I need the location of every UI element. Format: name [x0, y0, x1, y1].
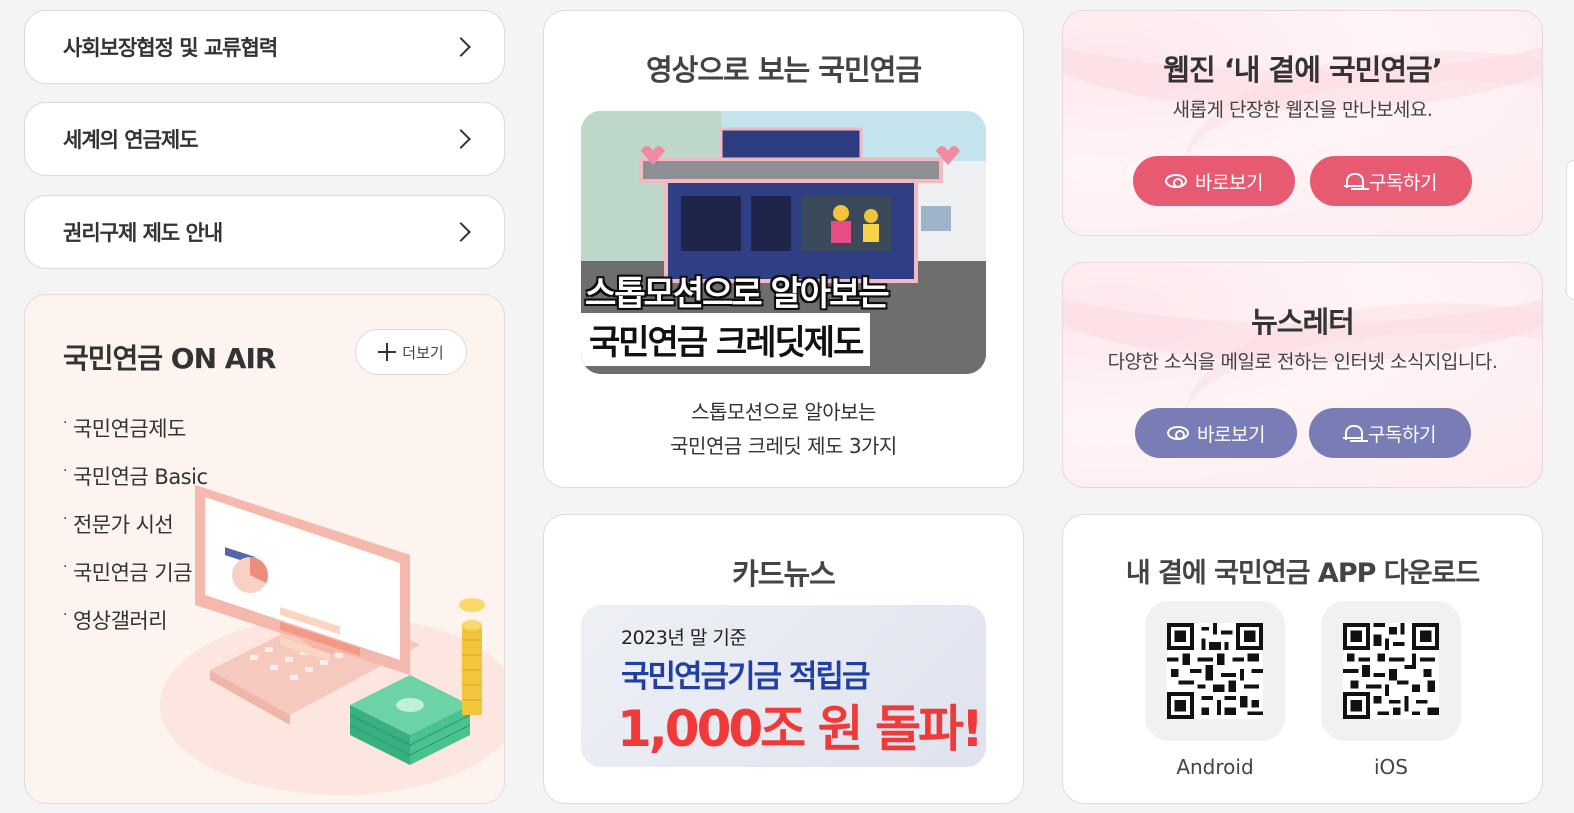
- subscribe-label: 구독하기: [1369, 171, 1437, 194]
- card-news-card: 카드뉴스 2023년 말 기준 국민연금기금 적립금 1,000조 원 돌파!: [543, 514, 1024, 804]
- thumb-caption-line2: 국민연금 크레딧제도: [581, 313, 871, 366]
- view-label: 바로보기: [1197, 423, 1265, 446]
- newsletter-desc: 다양한 소식을 메일로 전하는 인터넷 소식지입니다.: [1107, 351, 1498, 373]
- thumb-caption-line1: 스톱모션으로 알아보는: [585, 274, 890, 314]
- video-card: 영상으로 보는 국민연금 스톱모션으로 알아보는 국민연금 크레딧제도 스톱모션…: [543, 10, 1024, 488]
- webzine-subscribe-button[interactable]: 구독하기: [1310, 156, 1472, 206]
- onair-item-pension-system[interactable]: 국민연금제도: [63, 413, 208, 461]
- newsletter-title: 뉴스레터: [1251, 305, 1355, 339]
- bell-icon: [1343, 424, 1364, 442]
- webzine-desc: 새롭게 단장한 웹진을 만나보세요.: [1172, 99, 1433, 121]
- video-thumbnail[interactable]: 스톱모션으로 알아보는 국민연금 크레딧제도: [581, 111, 986, 374]
- webzine-view-button[interactable]: 바로보기: [1133, 156, 1295, 206]
- webzine-title: 웹진 ‘내 곁에 국민연금’: [1163, 53, 1442, 87]
- video-caption: 스톱모션으로 알아보는 국민연금 크레딧 제도 3가지: [544, 395, 1023, 463]
- link-label: 권리구제 제도 안내: [63, 221, 223, 245]
- card-news-title: 카드뉴스: [732, 557, 836, 591]
- video-caption-line2: 국민연금 크레딧 제도 3가지: [670, 434, 897, 458]
- video-card-title: 영상으로 보는 국민연금: [646, 53, 922, 87]
- webzine-card: 웹진 ‘내 곁에 국민연금’ 새롭게 단장한 웹진을 만나보세요. 바로보기 구…: [1062, 10, 1543, 236]
- more-label: 더보기: [402, 343, 444, 362]
- bell-icon: [1344, 172, 1365, 190]
- card-news-banner[interactable]: 2023년 말 기준 국민연금기금 적립금 1,000조 원 돌파!: [581, 605, 986, 767]
- more-button[interactable]: 더보기: [355, 329, 467, 375]
- newsletter-view-button[interactable]: 바로보기: [1135, 408, 1297, 458]
- app-download-title: 내 곁에 국민연금 APP 다운로드: [1125, 558, 1480, 589]
- eye-icon: [1165, 174, 1188, 188]
- plus-icon: [378, 343, 397, 361]
- chevron-right-icon: [451, 222, 471, 242]
- link-label: 사회보장협정 및 교류협력: [63, 36, 278, 60]
- computer-money-illustration: [160, 485, 504, 795]
- link-social-security-agreement[interactable]: 사회보장협정 및 교류협력: [24, 10, 505, 84]
- subscribe-label: 구독하기: [1368, 423, 1436, 446]
- banner-line1: 2023년 말 기준: [621, 627, 747, 649]
- newsletter-subscribe-button[interactable]: 구독하기: [1309, 408, 1471, 458]
- onair-card: 국민연금 ON AIR 더보기 국민연금제도 국민연금 Basic 전문가 시선…: [24, 294, 505, 804]
- newsletter-card: 뉴스레터 다양한 소식을 메일로 전하는 인터넷 소식지입니다. 바로보기 구독…: [1062, 262, 1543, 488]
- onair-title: 국민연금 ON AIR: [63, 342, 276, 375]
- side-quick-menu-tab[interactable]: [1566, 160, 1574, 300]
- qr-code-icon: [1167, 623, 1263, 719]
- ios-qr-code[interactable]: [1321, 601, 1461, 741]
- ios-label: iOS: [1374, 755, 1408, 779]
- chevron-right-icon: [451, 129, 471, 149]
- video-caption-line1: 스톱모션으로 알아보는: [691, 400, 876, 424]
- link-world-pension-systems[interactable]: 세계의 연금제도: [24, 102, 505, 176]
- android-qr-code[interactable]: [1145, 601, 1285, 741]
- banner-line3: 1,000조 원 돌파!: [617, 700, 984, 758]
- view-label: 바로보기: [1195, 171, 1263, 194]
- eye-icon: [1167, 426, 1190, 440]
- app-download-card: 내 곁에 국민연금 APP 다운로드 Android iOS: [1062, 514, 1543, 804]
- chevron-right-icon: [451, 37, 471, 57]
- link-label: 세계의 연금제도: [63, 128, 199, 152]
- android-label: Android: [1176, 755, 1254, 779]
- qr-code-icon: [1343, 623, 1439, 719]
- link-rights-remedy-guide[interactable]: 권리구제 제도 안내: [24, 195, 505, 269]
